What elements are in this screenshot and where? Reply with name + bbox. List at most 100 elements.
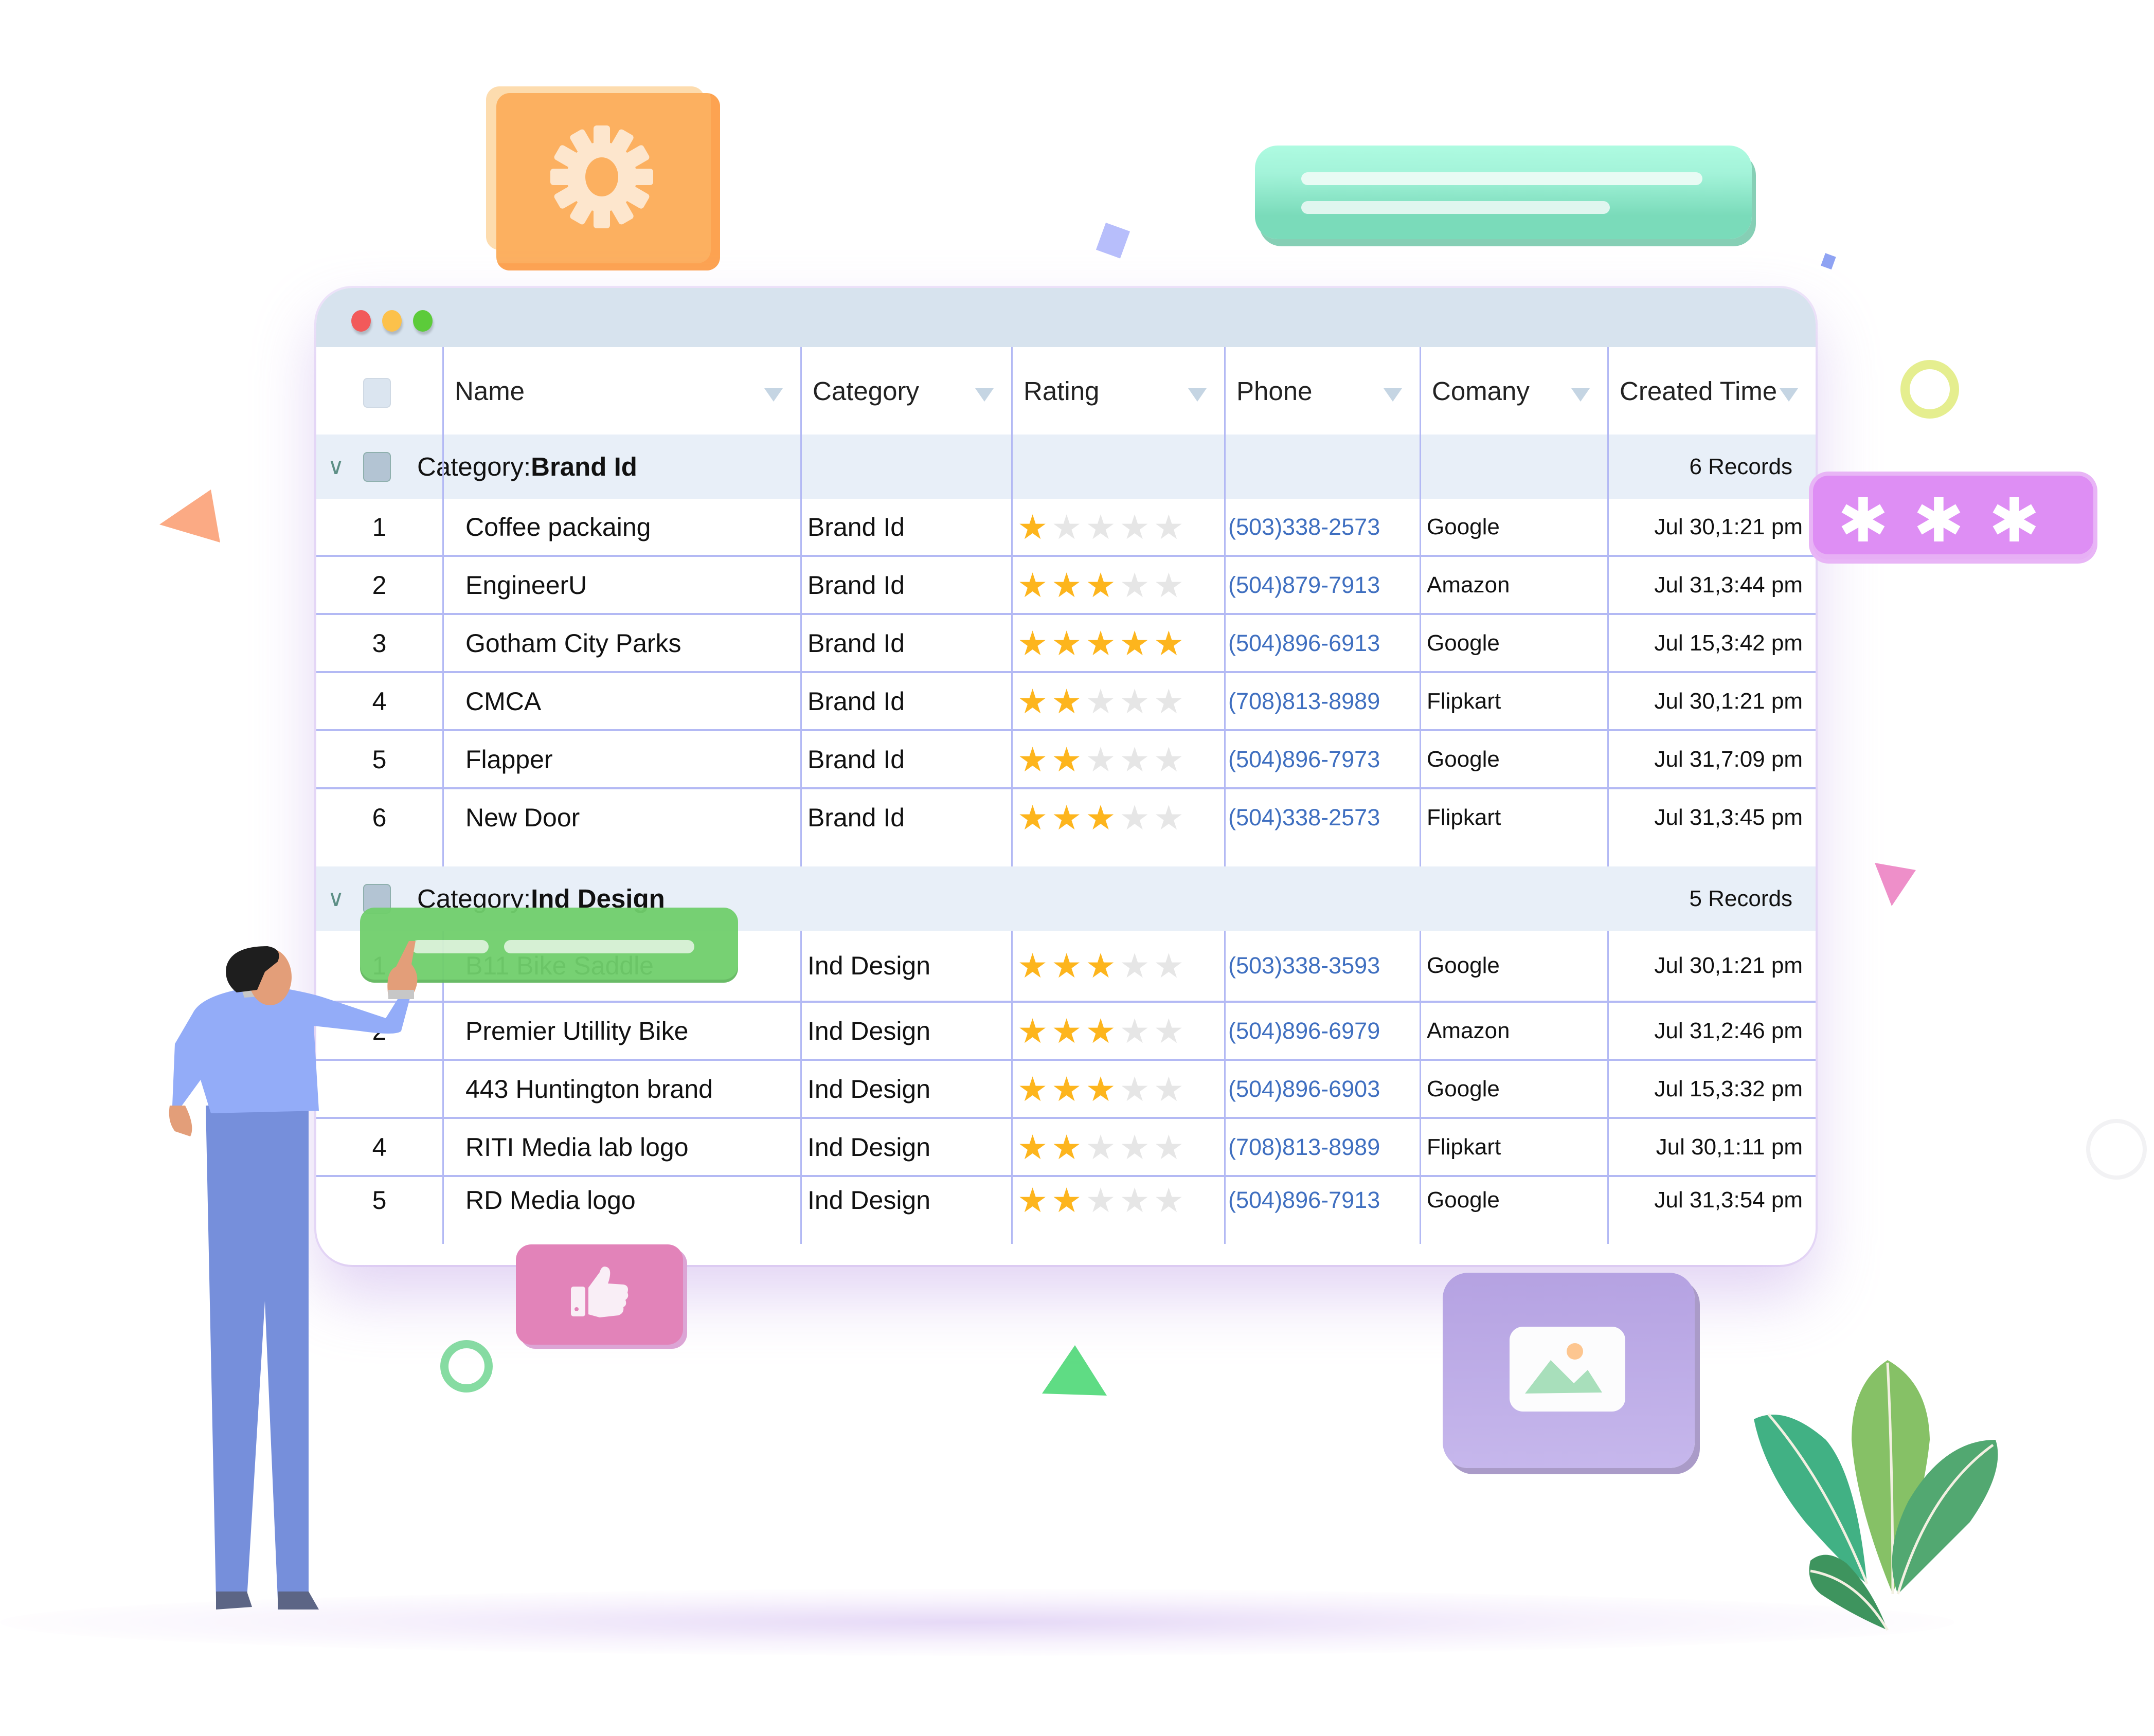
table-row[interactable]: 2 Premier Utillity Bike Ind Design ★★★★★…	[316, 1003, 1816, 1061]
star-empty-icon[interactable]: ★	[1120, 568, 1150, 602]
record-name[interactable]: EngineerU	[465, 557, 587, 613]
star-filled-icon[interactable]: ★	[1085, 801, 1116, 835]
record-name[interactable]: Premier Utillity Bike	[465, 1003, 688, 1059]
phone-link[interactable]: (504)896-7913	[1228, 1177, 1380, 1244]
phone-link[interactable]: (504)896-7973	[1228, 731, 1380, 787]
star-empty-icon[interactable]: ★	[1154, 568, 1184, 602]
rating-stars[interactable]: ★ ★ ★ ★ ★	[1017, 615, 1188, 671]
rating-stars[interactable]: ★ ★ ★ ★ ★	[1017, 1061, 1188, 1117]
star-filled-icon[interactable]: ★	[1120, 626, 1150, 660]
table-row[interactable]: 3 Gotham City Parks Brand Id ★ ★ ★ ★ ★ (504)…	[316, 615, 1816, 673]
star-filled-icon[interactable]: ★	[1017, 801, 1048, 835]
star-empty-icon[interactable]: ★	[1085, 1183, 1116, 1217]
rating-stars[interactable]: ★ ★ ★ ★ ★	[1017, 789, 1188, 866]
star-filled-icon[interactable]: ★	[1085, 626, 1116, 660]
sort-dropdown-icon[interactable]	[1780, 388, 1798, 402]
star-filled-icon[interactable]: ★	[1017, 510, 1048, 544]
star-empty-icon[interactable]: ★	[1154, 1072, 1184, 1106]
phone-link[interactable]: (504)338-2573	[1228, 789, 1380, 866]
star-empty-icon[interactable]: ★	[1154, 1183, 1184, 1217]
rating-stars[interactable]: ★ ★ ★ ★ ★	[1017, 931, 1188, 1001]
rating-stars[interactable]: ★ ★ ★ ★ ★	[1017, 557, 1188, 613]
star-filled-icon[interactable]: ★	[1017, 684, 1048, 718]
star-empty-icon[interactable]: ★	[1154, 1130, 1184, 1164]
star-filled-icon[interactable]: ★	[1085, 1072, 1116, 1106]
star-filled-icon[interactable]: ★	[1051, 1183, 1082, 1217]
phone-link[interactable]: (708)813-8989	[1228, 673, 1380, 729]
star-filled-icon[interactable]: ★	[1017, 949, 1048, 983]
table-row[interactable]: 5 Flapper Brand Id ★ ★ ★ ★ ★ (504)896-7973 G…	[316, 731, 1816, 789]
record-name[interactable]: New Door	[465, 789, 580, 866]
phone-link[interactable]: (504)896-6979	[1228, 1003, 1380, 1059]
column-header-phone[interactable]: Phone	[1236, 347, 1386, 435]
star-filled-icon[interactable]: ★	[1017, 1183, 1048, 1217]
column-header-rating[interactable]: Rating	[1024, 347, 1190, 435]
star-empty-icon[interactable]: ★	[1120, 684, 1150, 718]
maximize-window-button[interactable]	[413, 310, 433, 332]
star-empty-icon[interactable]: ★	[1120, 949, 1150, 983]
star-empty-icon[interactable]: ★	[1051, 510, 1082, 544]
record-name[interactable]: RITI Media lab logo	[465, 1119, 689, 1175]
star-empty-icon[interactable]: ★	[1120, 1072, 1150, 1106]
star-empty-icon[interactable]: ★	[1120, 1014, 1150, 1048]
star-empty-icon[interactable]: ★	[1120, 510, 1150, 544]
sort-dropdown-icon[interactable]	[975, 388, 994, 402]
star-filled-icon[interactable]: ★	[1017, 1014, 1048, 1048]
rating-stars[interactable]: ★ ★ ★ ★ ★	[1017, 1119, 1188, 1175]
star-empty-icon[interactable]: ★	[1154, 510, 1184, 544]
star-filled-icon[interactable]: ★	[1017, 743, 1048, 776]
star-empty-icon[interactable]: ★	[1154, 1014, 1184, 1048]
star-empty-icon[interactable]: ★	[1154, 684, 1184, 718]
rating-stars[interactable]: ★ ★ ★ ★ ★	[1017, 673, 1188, 729]
star-empty-icon[interactable]: ★	[1120, 743, 1150, 776]
phone-link[interactable]: (503)338-2573	[1228, 499, 1380, 555]
table-row[interactable]: 443 Huntington brand Ind Design ★ ★ ★ ★ ★ (5…	[316, 1061, 1816, 1119]
record-name[interactable]: Flapper	[465, 731, 553, 787]
star-filled-icon[interactable]: ★	[1051, 684, 1082, 718]
column-header-name[interactable]: Name	[455, 347, 766, 435]
phone-link[interactable]: (503)338-3593	[1228, 931, 1380, 1001]
sort-dropdown-icon[interactable]	[764, 388, 783, 402]
star-filled-icon[interactable]: ★	[1085, 568, 1116, 602]
star-filled-icon[interactable]: ★	[1085, 949, 1116, 983]
close-window-button[interactable]	[351, 310, 371, 332]
star-filled-icon[interactable]: ★	[1017, 626, 1048, 660]
record-name[interactable]: 443 Huntington brand	[465, 1061, 713, 1117]
star-empty-icon[interactable]: ★	[1085, 684, 1116, 718]
star-filled-icon[interactable]: ★	[1051, 743, 1082, 776]
phone-link[interactable]: (504)896-6913	[1228, 615, 1380, 671]
sort-dropdown-icon[interactable]	[1384, 388, 1402, 402]
select-all-checkbox[interactable]	[363, 378, 391, 408]
star-empty-icon[interactable]: ★	[1120, 801, 1150, 835]
star-filled-icon[interactable]: ★	[1017, 1130, 1048, 1164]
star-empty-icon[interactable]: ★	[1154, 801, 1184, 835]
rating-stars[interactable]: ★ ★ ★ ★ ★	[1017, 499, 1188, 555]
star-empty-icon[interactable]: ★	[1154, 949, 1184, 983]
sort-dropdown-icon[interactable]	[1188, 388, 1207, 402]
star-empty-icon[interactable]: ★	[1154, 743, 1184, 776]
table-row[interactable]: 6 New Door Brand Id ★ ★ ★ ★ ★ (504)338-2573 …	[316, 789, 1816, 866]
table-row[interactable]: 1 Coffee packaing Brand Id ★ ★ ★ ★ ★ (503)33…	[316, 499, 1816, 557]
star-filled-icon[interactable]: ★	[1051, 1014, 1082, 1048]
column-header-company[interactable]: Comany	[1432, 347, 1573, 435]
star-filled-icon[interactable]: ★	[1051, 626, 1082, 660]
sort-dropdown-icon[interactable]	[1571, 388, 1590, 402]
table-row[interactable]: 4 CMCA Brand Id ★ ★ ★ ★ ★ (708)813-8989 Flip…	[316, 673, 1816, 731]
rating-stars[interactable]: ★ ★ ★ ★ ★	[1017, 1177, 1188, 1244]
table-row[interactable]: 2 EngineerU Brand Id ★ ★ ★ ★ ★ (504)879-7913…	[316, 557, 1816, 615]
star-empty-icon[interactable]: ★	[1120, 1130, 1150, 1164]
column-header-created-time[interactable]: Created Time	[1620, 347, 1782, 435]
star-filled-icon[interactable]: ★	[1017, 568, 1048, 602]
table-row[interactable]: 4 RITI Media lab logo Ind Design ★ ★ ★ ★ ★ (…	[316, 1119, 1816, 1177]
rating-stars[interactable]: ★ ★ ★ ★ ★	[1017, 731, 1188, 787]
star-empty-icon[interactable]: ★	[1085, 1130, 1116, 1164]
minimize-window-button[interactable]	[382, 310, 402, 332]
star-empty-icon[interactable]: ★	[1085, 743, 1116, 776]
phone-link[interactable]: (708)813-8989	[1228, 1119, 1380, 1175]
record-name[interactable]: RD Media logo	[465, 1177, 636, 1244]
phone-link[interactable]: (504)896-6903	[1228, 1061, 1380, 1117]
star-filled-icon[interactable]: ★	[1051, 1072, 1082, 1106]
rating-stars[interactable]: ★ ★ ★ ★ ★	[1017, 1003, 1188, 1059]
star-filled-icon[interactable]: ★	[1051, 568, 1082, 602]
star-filled-icon[interactable]: ★	[1051, 1130, 1082, 1164]
